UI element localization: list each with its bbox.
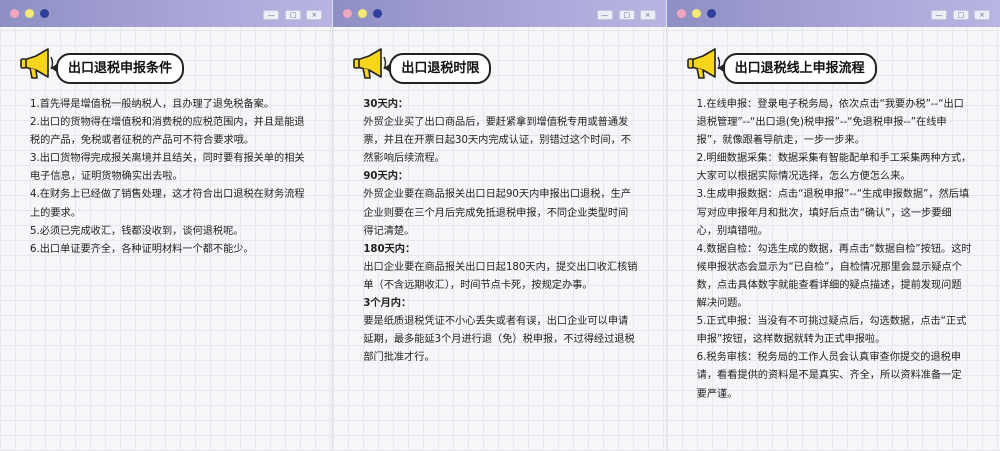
section-text: 外贸企业买了出口商品后，要赶紧拿到增值税专用或普通发票，并且在开票日起30天内完… — [363, 117, 631, 165]
minimize-button[interactable]: — — [596, 10, 613, 20]
section-heading: 180天内： — [363, 243, 416, 255]
list-item: 1.首先得是增值税一般纳税人，且办理了退免税备案。 — [30, 99, 275, 110]
list-item: 1.在线申报：登录电子税务局，依次点击“我要办税”--“出口退税管理”--“出口… — [696, 99, 964, 147]
section-title: 出口退税申报条件 — [50, 53, 185, 84]
section-header: 出口退税申报条件 — [18, 45, 318, 85]
section-heading: 90天内： — [363, 171, 409, 183]
list-item: 3.生成申报数据：点击“退税申报”--“生成申报数据”，然后填写对应申报年月和批… — [696, 189, 970, 237]
section-heading: 30天内： — [363, 99, 409, 110]
section-text: 要是纸质退税凭证不小心丢失或者有误，出口企业可以申请延期，最多能延3个月进行退（… — [363, 316, 635, 364]
minimize-button[interactable]: — — [930, 10, 947, 20]
list-item: 2.出口的货物得在增值税和消费税的应税范围内，并且是能退税的产品，免税或者征税的… — [30, 117, 305, 147]
section-title: 出口退税线上申报流程 — [717, 53, 877, 84]
list-item: 5.必须已完成收汇，钱都没收到，谈何退税呢。 — [30, 225, 244, 237]
section-header: 出口退税时限 — [351, 45, 651, 85]
close-button[interactable]: × — [306, 10, 323, 20]
panel-time-limits: — □ × 出口退税时限 30天内： 外贸企业买了出口商品后，要赶紧拿到增值税专… — [333, 0, 667, 451]
page: — □ × 出口退税申报条件 1.首先得是增值税一般纳税人，且办理了退免税备案。… — [0, 0, 1000, 451]
content-block: 1.在线申报：登录电子税务局，依次点击“我要办税”--“出口退税管理”--“出口… — [697, 96, 972, 404]
maximize-dot-icon[interactable] — [706, 9, 716, 18]
list-item: 6.出口单证要齐全，各种证明材料一个都不能少。 — [30, 243, 254, 255]
section-text: 外贸企业要在商品报关出口日起90天内申报出口退税，生产企业则要在三个月后完成免抵… — [363, 189, 631, 237]
close-dot-icon[interactable] — [343, 9, 353, 18]
maximize-dot-icon[interactable] — [373, 9, 383, 18]
section-header: 出口退税线上申报流程 — [685, 45, 985, 85]
list-item: 4.在财务上已经做了销售处理，这才符合出口退税在财务流程上的要求。 — [30, 189, 305, 219]
close-button[interactable]: × — [639, 10, 656, 20]
list-item: 4.数据自检：勾选生成的数据，再点击“数据自检”按钮。这时候申报状态会显示为“已… — [696, 243, 972, 310]
minimize-dot-icon[interactable] — [25, 9, 34, 18]
close-dot-icon[interactable] — [10, 9, 19, 18]
close-dot-icon[interactable] — [676, 9, 686, 18]
list-item: 2.明细数据采集：数据采集有智能配单和手工采集两种方式，大家可以根据实际情况选择… — [696, 153, 972, 183]
window-titlebar: — □ × — [666, 0, 1000, 27]
maximize-dot-icon[interactable] — [40, 9, 49, 18]
list-item: 3.出口货物得完成报关离境并且结关，同时要有报关单的相关电子信息，证明货物确实出… — [30, 153, 305, 183]
content-block: 1.首先得是增值税一般纳税人，且办理了退免税备案。 2.出口的货物得在增值税和消… — [30, 96, 305, 259]
window-titlebar: — □ × — [333, 0, 666, 27]
minimize-dot-icon[interactable] — [358, 9, 368, 18]
close-button[interactable]: × — [973, 10, 990, 20]
list-item: 6.税务审核：税务局的工作人员会认真审查你提交的退税申请，看看提供的资料是不是真… — [696, 352, 962, 400]
panel-conditions: — □ × 出口退税申报条件 1.首先得是增值税一般纳税人，且办理了退免税备案。… — [0, 0, 334, 451]
window-titlebar: — □ × — [0, 0, 333, 27]
maximize-button[interactable]: □ — [285, 10, 302, 20]
content-block: 30天内： 外贸企业买了出口商品后，要赶紧拿到增值税专用或普通发票，并且在开票日… — [363, 96, 638, 367]
list-item: 5.正式申报：当没有不可挑过疑点后，勾选数据，点击“正式申报”按钮，这样数据就转… — [696, 316, 967, 346]
maximize-button[interactable]: □ — [952, 10, 969, 20]
minimize-button[interactable]: — — [263, 10, 280, 20]
section-heading: 3个月内： — [363, 298, 412, 310]
maximize-button[interactable]: □ — [618, 10, 635, 20]
section-title: 出口退税时限 — [384, 53, 492, 84]
minimize-dot-icon[interactable] — [691, 9, 701, 18]
section-text: 出口企业要在商品报关出口日起180天内，提交出口收汇核销单（不含远期收汇），时间… — [363, 261, 638, 291]
panel-online-process: — □ × 出口退税线上申报流程 1.在线申报：登录电子税务局，依次点击“我要办… — [666, 0, 1000, 451]
